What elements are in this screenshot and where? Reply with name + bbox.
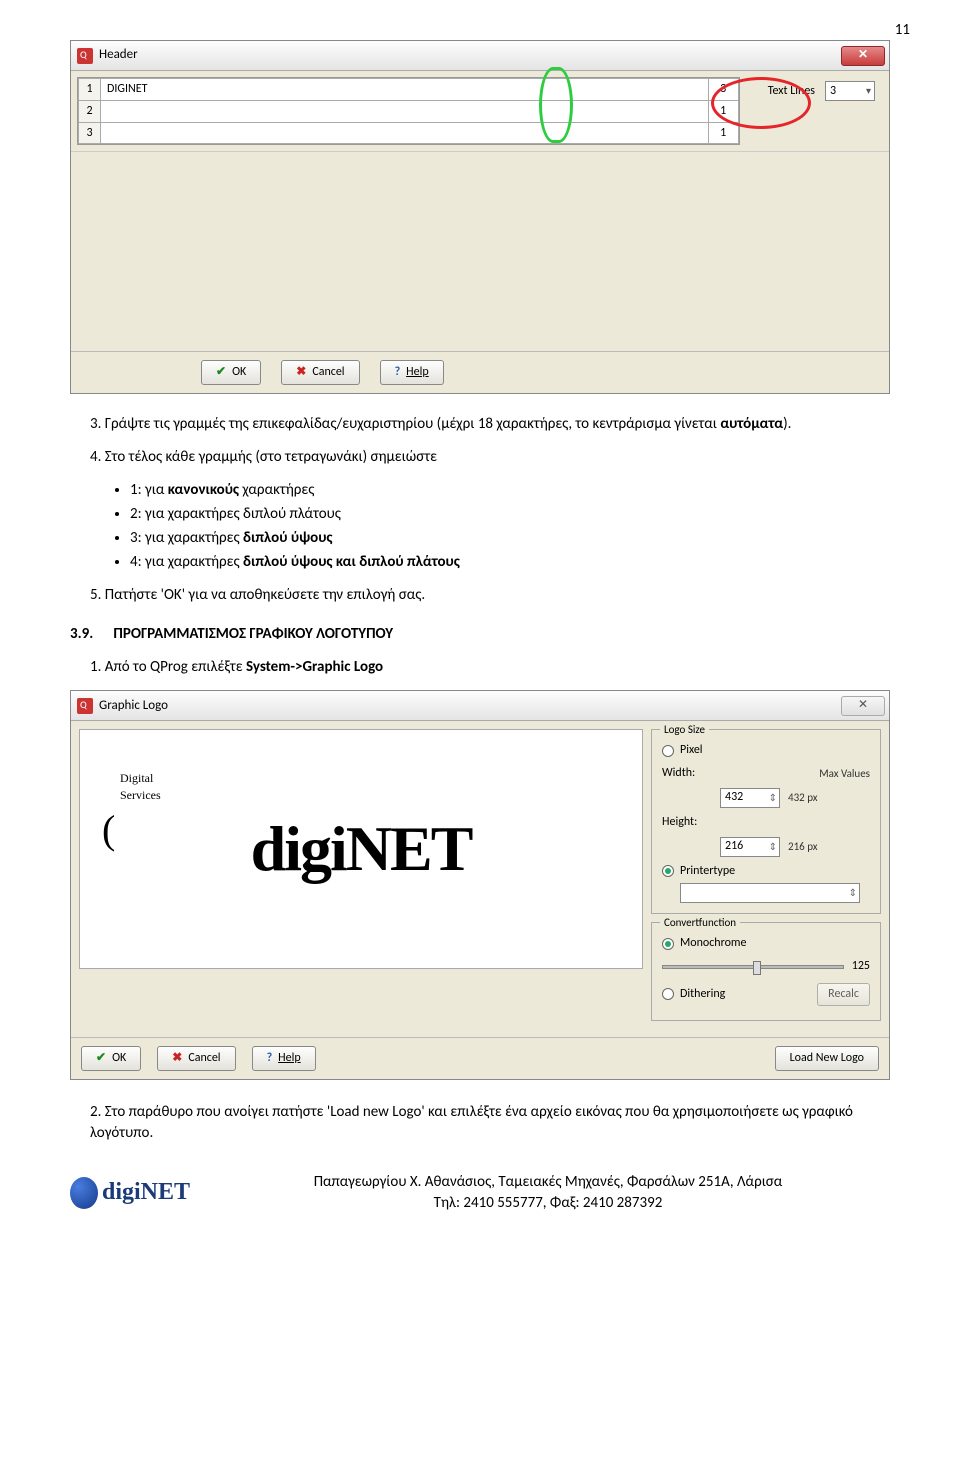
table-row[interactable]: 3 1 [79,122,739,144]
list-item: 1: για κανονικούς χαρακτήρες [130,480,890,501]
printertype-label: Printertype [680,863,735,880]
help-button[interactable]: ? Help [252,1046,316,1071]
dialog-empty-area [71,151,889,351]
load-new-logo-button[interactable]: Load New Logo [775,1046,879,1071]
dialog-title: Header [99,46,138,64]
ok-button[interactable]: ✔ OK [81,1046,141,1071]
monochrome-label: Monochrome [680,935,746,952]
ok-button[interactable]: ✔ OK [201,360,261,385]
page-number: 11 [895,20,910,41]
text-lines-label: Text Lines [768,83,815,100]
row-num: 2 [79,100,101,122]
printertype-radio[interactable] [662,865,674,877]
row-text[interactable]: DIGINET [101,79,709,101]
step-4: 4. Στο τέλος κάθε γραμμής (στο τετραγωνά… [70,447,890,468]
step-5: 5. Πατήστε 'OK' για να αποθηκεύσετε την … [70,585,890,606]
row-col2[interactable]: 3 [708,79,738,101]
question-icon: ? [395,364,401,381]
cancel-button[interactable]: ✖ Cancel [157,1046,235,1071]
app-icon [77,48,93,64]
x-icon: ✖ [296,364,306,381]
row-text[interactable] [101,100,709,122]
width-max: 432 px [788,790,858,805]
table-row[interactable]: 2 1 [79,100,739,122]
close-icon: ✕ [858,47,868,64]
footer-logo: digiNET [70,1175,190,1211]
section-step-2: 2. Στο παράθυρο που ανοίγει πατήστε 'Loa… [70,1102,890,1144]
list-item: 4: για χαρακτήρες διπλού ύψους και διπλο… [130,552,890,573]
row-num: 3 [79,122,101,144]
question-icon: ? [267,1050,273,1067]
logo-settings-panel: Logo Size Pixel Width: Max Values 432 43… [651,729,881,1029]
close-button[interactable]: ✕ [841,696,885,716]
logo-paren: ( [102,802,115,858]
max-values-label: Max Values [720,766,870,781]
monochrome-radio[interactable] [662,938,674,950]
help-label: Help [406,364,429,381]
footer-line-2: Τηλ: 2410 555777, Φαξ: 2410 287392 [206,1193,890,1214]
section-step-1: 1. Από το QProg επιλέξτε System->Graphic… [70,657,890,678]
step-3: 3. Γράψτε τις γραμμές της επικεφαλίδας/ε… [70,414,890,435]
graphic-logo-dialog: Graphic Logo ✕ ( Digital Services digiNE… [70,690,890,1079]
close-icon: ✕ [858,697,868,714]
logo-small-text: Digital Services [120,770,161,804]
logo-art: digiNET [251,804,472,894]
x-icon: ✖ [172,1050,182,1067]
check-icon: ✔ [96,1050,106,1067]
cancel-label: Cancel [188,1050,220,1067]
dialog-title: Graphic Logo [99,697,168,715]
table-row[interactable]: 1 DIGINET 3 [79,79,739,101]
height-spinner[interactable]: 216 [720,837,780,857]
bullet-list: 1: για κανονικούς χαρακτήρες 2: για χαρα… [70,480,890,573]
cancel-label: Cancel [312,364,344,381]
monochrome-value: 125 [852,958,870,975]
row-text[interactable] [101,122,709,144]
logo-size-legend: Logo Size [660,722,709,737]
recalc-button[interactable]: Recalc [817,983,870,1006]
monochrome-slider[interactable] [662,965,844,969]
help-label: Help [278,1050,301,1067]
printertype-select[interactable] [680,883,860,903]
width-label: Width: [662,765,712,782]
logo-canvas: ( Digital Services digiNET [79,729,643,969]
app-icon [77,698,93,714]
row-col2[interactable]: 1 [708,122,738,144]
button-bar: ✔ OK ✖ Cancel ? Help [71,351,889,393]
titlebar: Header ✕ [71,41,889,71]
pixel-radio[interactable] [662,745,674,757]
dithering-radio[interactable] [662,988,674,1000]
logo-size-fieldset: Logo Size Pixel Width: Max Values 432 43… [651,729,881,914]
close-button[interactable]: ✕ [841,46,885,66]
ok-label: OK [232,364,246,381]
list-item: 2: για χαρακτήρες διπλού πλάτους [130,504,890,525]
convert-fieldset: Convertfunction Monochrome 125 Dithering [651,922,881,1020]
dithering-label: Dithering [680,986,725,1003]
titlebar: Graphic Logo ✕ [71,691,889,721]
list-item: 3: για χαρακτήρες διπλού ύψους [130,528,890,549]
footer-line-1: Παπαγεωργίου Χ. Αθανάσιος, Ταμειακές Μηχ… [206,1172,890,1193]
row-col2[interactable]: 1 [708,100,738,122]
text-lines-select[interactable]: 3 [825,81,875,101]
width-spinner[interactable]: 432 [720,788,780,808]
height-max: 216 px [788,839,858,854]
height-label: Height: [662,814,712,831]
pixel-label: Pixel [680,742,703,759]
convert-legend: Convertfunction [660,915,740,930]
row-num: 1 [79,79,101,101]
page-footer: digiNET Παπαγεωργίου Χ. Αθανάσιος, Ταμει… [70,1172,890,1214]
check-icon: ✔ [216,364,226,381]
section-heading: 3.9. ΠΡΟΓΡΑΜΜΑΤΙΣΜΟΣ ΓΡΑΦΙΚΟΥ ΛΟΓΟΤΥΠΟΥ [70,624,890,645]
footer-logo-ball-icon [70,1177,98,1209]
ok-label: OK [112,1050,126,1067]
header-grid[interactable]: 1 DIGINET 3 2 1 3 1 [77,77,740,145]
help-button[interactable]: ? Help [380,360,444,385]
cancel-button[interactable]: ✖ Cancel [281,360,359,385]
header-dialog: Header ✕ 1 DIGINET 3 2 [70,40,890,394]
